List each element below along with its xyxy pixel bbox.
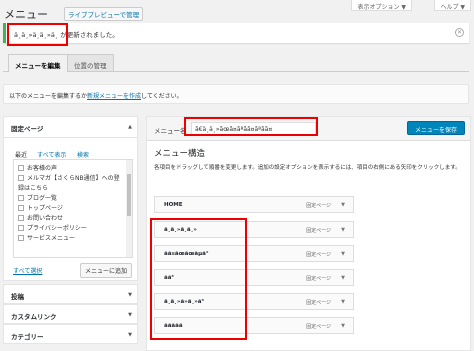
menu-item-label: ããããã xyxy=(164,323,183,329)
list-item[interactable]: サービスメニュー xyxy=(18,234,75,243)
menu-item[interactable]: ããããã 固定ページ ▼ xyxy=(154,317,354,334)
add-to-menu-button[interactable]: メニューに追加 xyxy=(79,263,132,278)
menu-item-type: 固定ページ xyxy=(306,228,331,234)
accordion-categories-label: カテゴリー xyxy=(11,333,44,341)
checkbox[interactable] xyxy=(18,225,24,231)
info-text-before: 以下のメニューを編集するか xyxy=(9,93,88,100)
menu-item-type: 固定ページ xyxy=(306,252,331,258)
menu-item[interactable]: HOME 固定ページ ▼ xyxy=(154,196,354,213)
live-preview-button[interactable]: ライブプレビューで管理 xyxy=(64,7,144,21)
tab-manage-locations[interactable]: 位置の管理 xyxy=(67,54,114,71)
expand-arrow-icon[interactable]: ▼ xyxy=(128,292,132,298)
subtab-recent[interactable]: 最近 xyxy=(15,150,27,159)
dropdown-arrow-icon[interactable]: ▼ xyxy=(341,227,345,233)
menu-structure-desc: 各項目をドラッグして順番を変更します。追加の設定オプションを表示するには、項目の… xyxy=(154,165,461,171)
expand-arrow-icon[interactable]: ▼ xyxy=(128,312,132,318)
checkbox[interactable] xyxy=(18,235,24,241)
menu-item-type: 固定ページ xyxy=(306,203,331,209)
checkbox[interactable] xyxy=(18,205,24,211)
notice-message: が更新されました。 xyxy=(58,31,119,39)
collapse-arrow-icon[interactable]: ▲ xyxy=(128,124,132,130)
subtab-search[interactable]: 検索 xyxy=(77,150,89,159)
expand-arrow-icon[interactable]: ▼ xyxy=(128,332,132,338)
menu-edit-panel: メニュー名 ã€ä¸ä¸»ãœã¤ãªãã¤ãªãã¤ メニューを保存 メニュー… xyxy=(146,116,471,351)
list-item[interactable]: トップページ xyxy=(18,204,63,213)
checkbox[interactable] xyxy=(18,165,24,171)
fixed-page-title[interactable]: 固定ページ xyxy=(11,123,43,133)
scrollbar-thumb[interactable] xyxy=(127,174,131,216)
checkbox[interactable] xyxy=(18,175,24,181)
scrollbar[interactable] xyxy=(126,160,132,257)
accordion-categories[interactable]: カテゴリー ▼ xyxy=(3,324,138,344)
dismiss-icon[interactable]: ✕ xyxy=(455,28,464,37)
menu-item-label: ä¸ä¸»ä¸ä¸» xyxy=(164,227,197,233)
list-item[interactable]: メルマガ【さくらNB通信】への登 xyxy=(18,174,120,183)
dropdown-arrow-icon[interactable]: ▼ xyxy=(341,323,345,329)
checkbox[interactable] xyxy=(18,215,24,221)
create-menu-link[interactable]: 新規メニューを作成 xyxy=(87,93,141,100)
tab-divider xyxy=(3,71,469,72)
list-item[interactable]: プライバシーポリシー xyxy=(18,224,87,233)
menu-structure-title: メニュー構造 xyxy=(154,149,206,159)
menu-item[interactable]: ä¸ä¸»ä¸ä¸» 固定ページ ▼ xyxy=(154,221,354,238)
info-text-after: してください。 xyxy=(141,93,183,100)
dropdown-arrow-icon[interactable]: ▼ xyxy=(341,299,345,305)
menu-item-label: ãã³ xyxy=(164,275,174,281)
list-item[interactable]: ブログ一覧 xyxy=(18,194,57,203)
menu-item[interactable]: ä¸ä¸»ã»ä¸»ã³ 固定ページ ▼ xyxy=(154,293,354,310)
menu-name-input[interactable]: ã€ä¸ä¸»ãœã¤ãªãã¤ãªãã¤ xyxy=(191,122,316,136)
list-item-continued: 録はこちら xyxy=(18,185,49,192)
menu-item[interactable]: ãã¤ãœãœãµã° 固定ページ ▼ xyxy=(154,245,354,262)
accordion-custom-links-label: カスタムリンク xyxy=(11,313,57,321)
menu-item-type: 固定ページ xyxy=(306,300,331,306)
accordion-posts[interactable]: 投稿 ▼ xyxy=(3,284,138,304)
menu-select-info: 以下のメニューを編集するか新規メニューを作成してください。 xyxy=(3,84,469,104)
accordion-posts-label: 投稿 xyxy=(11,293,24,301)
fixed-page-panel: 固定ページ ▲ 最近 すべて表示 検索 お客様の声 メルマガ【さくらNB通信】へ… xyxy=(3,116,138,281)
page-checklist: お客様の声 メルマガ【さくらNB通信】への登 録はこちら ブログ一覧 トップペー… xyxy=(13,159,133,258)
dropdown-arrow-icon[interactable]: ▼ xyxy=(341,202,345,208)
menu-item-type: 固定ページ xyxy=(306,324,331,330)
list-item[interactable]: お客様の声 xyxy=(18,164,57,173)
list-item[interactable]: お問い合わせ xyxy=(18,214,63,223)
menu-item-label: ä¸ä¸»ã»ä¸»ã³ xyxy=(164,299,204,305)
save-menu-button[interactable]: メニューを保存 xyxy=(406,121,465,135)
subtab-view-all[interactable]: すべて表示 xyxy=(37,150,66,159)
help-button[interactable]: ヘルプ ▼ xyxy=(434,0,471,11)
select-all-link[interactable]: すべて選択 xyxy=(13,266,42,275)
dropdown-arrow-icon[interactable]: ▼ xyxy=(341,275,345,281)
menu-item-label: HOME xyxy=(164,202,183,208)
dropdown-arrow-icon[interactable]: ▼ xyxy=(341,251,345,257)
notice-menu-name: ä¸ä¸»ä¸ä¸»ä¸ xyxy=(14,31,59,39)
tab-edit-menus[interactable]: メニューを編集 xyxy=(8,54,68,72)
menu-item[interactable]: ãã³ 固定ページ ▼ xyxy=(154,269,354,286)
menu-name-label: メニュー名 xyxy=(154,127,187,135)
update-notice: ä¸ä¸»ä¸ä¸»ä¸ が更新されました。 ✕ xyxy=(3,23,469,43)
page-title: メニュー xyxy=(4,8,48,21)
menu-item-label: ãã¤ãœãœãµã° xyxy=(164,251,209,257)
checkbox[interactable] xyxy=(18,195,24,201)
accordion-custom-links[interactable]: カスタムリンク ▼ xyxy=(3,304,138,324)
screen-options-button[interactable]: 表示オプション ▼ xyxy=(351,0,412,11)
menu-item-type: 固定ページ xyxy=(306,276,331,282)
notice-text: ä¸ä¸»ä¸ä¸»ä¸ が更新されました。 xyxy=(14,29,119,39)
